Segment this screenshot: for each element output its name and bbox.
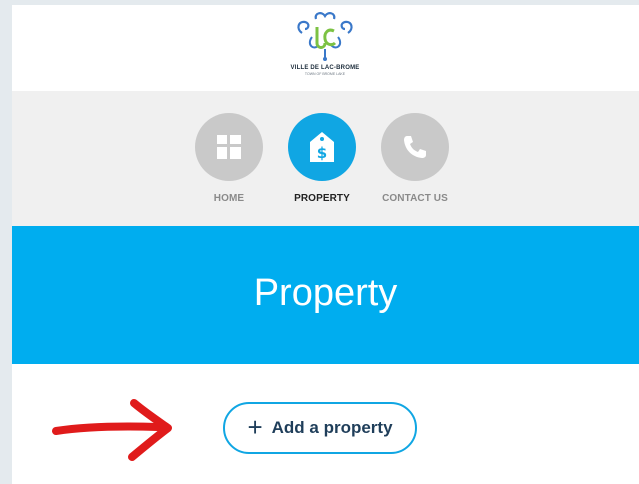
- property-tag-icon: $: [310, 132, 334, 162]
- nav-item-home[interactable]: HOME: [189, 113, 269, 204]
- contact-nav-circle[interactable]: [381, 113, 449, 181]
- page-title: Property: [253, 272, 398, 314]
- svg-text:$: $: [317, 144, 327, 162]
- add-property-label: Add a property: [271, 418, 393, 437]
- home-icon: [217, 135, 241, 159]
- nav-item-property[interactable]: $ PROPERTY: [282, 113, 362, 204]
- nav-label-contact: CONTACT US: [382, 193, 448, 204]
- site-header: VILLE DE LAC-BROME TOWN OF BROME LAKE: [12, 5, 639, 91]
- add-property-button[interactable]: + Add a property: [223, 402, 417, 454]
- nav-label-home: HOME: [213, 193, 245, 204]
- property-nav-circle[interactable]: $: [288, 113, 356, 181]
- nav-item-contact[interactable]: CONTACT US: [375, 113, 455, 204]
- red-arrow-annotation-icon: [52, 399, 172, 461]
- plus-icon: +: [247, 411, 263, 442]
- phone-icon: [404, 136, 426, 158]
- main-nav: HOME $ PROPERTY CONTACT US: [12, 91, 639, 226]
- site-logo[interactable]: VILLE DE LAC-BROME TOWN OF BROME LAKE: [280, 11, 370, 89]
- logo-title: VILLE DE LAC-BROME: [290, 65, 360, 71]
- home-nav-circle[interactable]: [195, 113, 263, 181]
- page-banner: Property: [12, 226, 639, 364]
- logo-emblem-icon: [297, 12, 353, 61]
- logo-subtitle: TOWN OF BROME LAKE: [304, 72, 346, 76]
- nav-label-property: PROPERTY: [294, 193, 350, 204]
